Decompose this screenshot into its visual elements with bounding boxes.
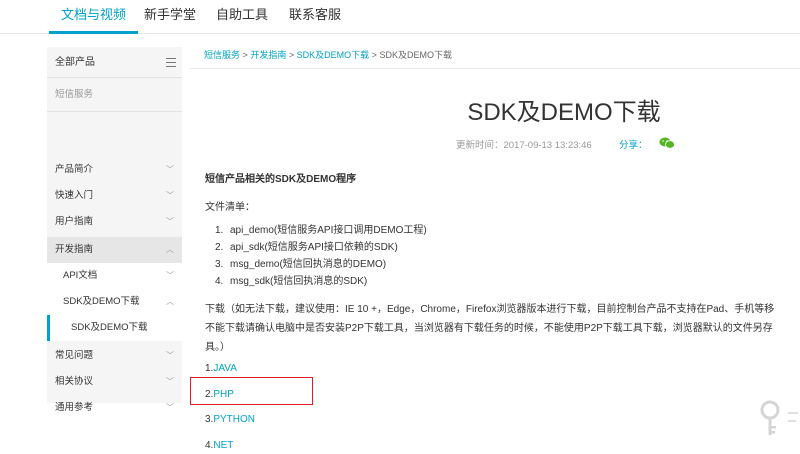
file-list-label: 文件清单： bbox=[205, 202, 255, 213]
list-item: 3. msg_demo(短信回执消息的DEMO) bbox=[215, 259, 387, 270]
list-item: 2. api_sdk(短信服务API接口依赖的SDK) bbox=[215, 242, 398, 253]
breadcrumb-link-dev-guide[interactable]: 开发指南 bbox=[250, 50, 286, 60]
nav-beginner[interactable]: 新手学堂 bbox=[144, 0, 196, 34]
chevron-down-icon: ﹀ bbox=[166, 165, 174, 174]
download-row-net: 4.NET bbox=[205, 440, 234, 451]
sidebar-item-faq[interactable]: 常见问题 ﹀ bbox=[47, 343, 182, 369]
key-watermark-icon bbox=[760, 400, 798, 435]
chevron-up-icon: ︿ bbox=[166, 297, 174, 306]
chevron-up-icon: ︿ bbox=[166, 245, 174, 254]
sidebar-item-user-guide[interactable]: 用户指南 ﹀ bbox=[47, 209, 182, 235]
list-item: 4. msg_sdk(短信回执消息的SDK) bbox=[215, 276, 368, 287]
file-list: 1. api_demo(短信服务API接口调用DEMO工程) 2. api_sdk(… bbox=[215, 222, 427, 290]
chevron-down-icon: ﹀ bbox=[166, 271, 174, 280]
sidebar-item-dev-guide[interactable]: 开发指南 ︿ bbox=[47, 237, 182, 263]
sidebar-service-title: 短信服务 bbox=[47, 78, 182, 112]
sidebar-item-quick-start[interactable]: 快速入门 ﹀ bbox=[47, 183, 182, 209]
nav-docs-videos[interactable]: 文档与视频 bbox=[48, 0, 139, 34]
share-label: 分享： bbox=[619, 140, 648, 151]
download-link-python[interactable]: PYTHON bbox=[213, 414, 255, 425]
breadcrumb-link-sdk-demo[interactable]: SDK及DEMO下载 bbox=[297, 50, 370, 60]
download-link-net[interactable]: NET bbox=[213, 440, 233, 451]
chevron-down-icon: ﹀ bbox=[166, 403, 174, 412]
menu-icon[interactable] bbox=[166, 58, 176, 67]
breadcrumb-divider bbox=[190, 68, 800, 69]
download-notice: 下载（如无法下载，建议使用：IE 10 +，Edge，Chrome，Firefo… bbox=[205, 304, 775, 353]
top-nav: 文档与视频 新手学堂 自助工具 联系客服 bbox=[0, 0, 800, 34]
sidebar-item-product-intro[interactable]: 产品简介 ﹀ bbox=[47, 157, 182, 183]
list-item: 1. api_demo(短信服务API接口调用DEMO工程) bbox=[215, 225, 427, 236]
sidebar-all-products[interactable]: 全部产品 bbox=[47, 47, 182, 78]
sidebar-item-general-ref[interactable]: 通用参考 ﹀ bbox=[47, 395, 182, 421]
sidebar-item-sdk-demo[interactable]: SDK及DEMO下载 ︿ bbox=[47, 289, 182, 315]
chevron-down-icon: ﹀ bbox=[166, 377, 174, 386]
breadcrumb-link-service[interactable]: 短信服务 bbox=[204, 50, 240, 60]
chevron-down-icon: ﹀ bbox=[166, 351, 174, 360]
download-row-java: 1.JAVA bbox=[205, 363, 237, 374]
download-link-java[interactable]: JAVA bbox=[213, 363, 237, 374]
chevron-down-icon: ﹀ bbox=[166, 191, 174, 200]
highlight-box bbox=[190, 377, 313, 405]
sidebar-header-label: 全部产品 bbox=[55, 57, 95, 68]
nav-contact-support[interactable]: 联系客服 bbox=[289, 0, 341, 34]
sidebar-item-api-docs[interactable]: API文档 ﹀ bbox=[47, 263, 182, 289]
nav-self-service[interactable]: 自助工具 bbox=[216, 0, 268, 34]
sidebar: 全部产品 短信服务 产品简介 ﹀ 快速入门 ﹀ 用户指南 ﹀ 开发指南 ︿ AP… bbox=[47, 47, 182, 413]
breadcrumb-current: SDK及DEMO下载 bbox=[379, 50, 452, 60]
page-title: SDK及DEMO下载 bbox=[467, 99, 661, 126]
download-row-python: 3.PYTHON bbox=[205, 414, 256, 425]
chevron-down-icon: ﹀ bbox=[166, 217, 174, 226]
breadcrumb: 短信服务 > 开发指南 > SDK及DEMO下载 > SDK及DEMO下载 bbox=[204, 50, 452, 60]
wechat-icon[interactable] bbox=[659, 137, 675, 149]
article-intro: 短信产品相关的SDK及DEMO程序 bbox=[205, 174, 357, 185]
sidebar-item-agreements[interactable]: 相关协议 ﹀ bbox=[47, 369, 182, 395]
update-time: 更新时间：2017-09-13 13:23:46 bbox=[456, 140, 592, 151]
sidebar-item-sdk-demo-download[interactable]: SDK及DEMO下载 bbox=[47, 315, 182, 341]
